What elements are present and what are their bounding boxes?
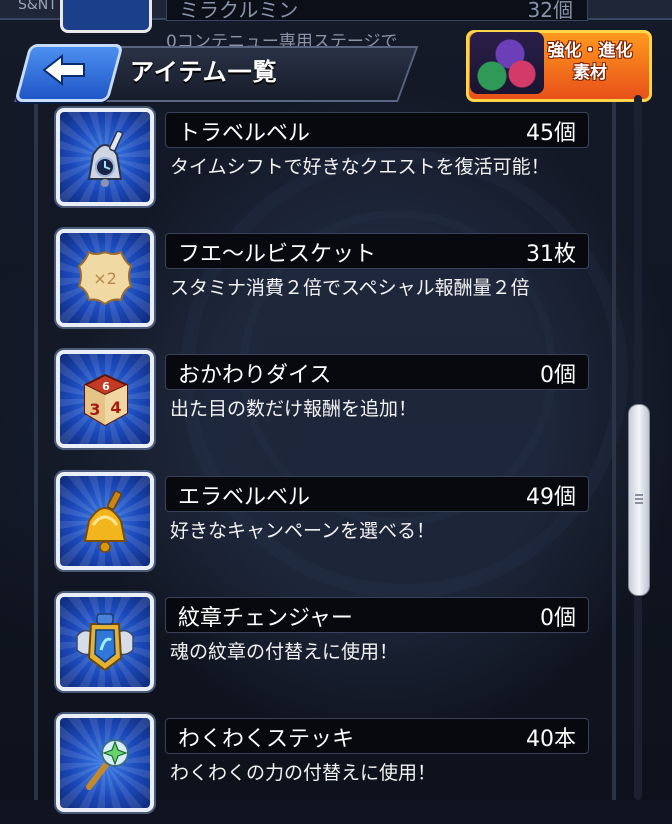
item-name: フエ〜ルビスケット (178, 242, 377, 267)
item-count: 45個 (526, 121, 576, 146)
item-name-bar: トラベルベル 45個 (165, 112, 589, 148)
network-label: S&NT (18, 0, 57, 13)
item-name-bar: わくわくステッキ 40本 (165, 718, 589, 754)
item-name: 紋章チェンジャー (178, 606, 353, 631)
svg-text:×2: ×2 (93, 269, 117, 288)
item-name: わくわくステッキ (178, 727, 355, 752)
dice-icon[interactable]: 3 4 6 (56, 350, 154, 448)
item-name: トラベルベル (178, 121, 311, 146)
back-arrow-icon[interactable] (40, 52, 90, 88)
item-name-bar: エラベルベル 49個 (165, 476, 589, 512)
svg-text:6: 6 (102, 380, 110, 393)
previous-item-name: ミラクルミン (179, 0, 299, 22)
previous-item-name-bar: ミラクルミン 32個 (166, 0, 588, 22)
previous-item-icon[interactable] (60, 0, 152, 33)
biscuit-icon[interactable]: ×2 (56, 229, 154, 327)
item-description: 魂の紋章の付替えに使用！ (170, 641, 399, 663)
list-item[interactable]: わくわくステッキ 40本 わくわくの力の付替えに使用！ (0, 714, 672, 824)
item-count: 40本 (526, 727, 576, 752)
previous-item-count: 32個 (527, 0, 573, 22)
item-description: わくわくの力の付替えに使用！ (170, 762, 437, 784)
page-title: アイテム一覧 (130, 58, 278, 86)
item-name: おかわりダイス (178, 363, 332, 388)
golden-bell-icon[interactable] (56, 472, 154, 570)
item-description: タイムシフトで好きなクエストを復活可能！ (170, 156, 550, 178)
evolve-materials-label: 強化・進化 素材 (547, 41, 633, 83)
wand-icon[interactable] (56, 714, 154, 812)
item-name-bar: 紋章チェンジャー 0個 (165, 597, 589, 633)
item-description: スタミナ消費２倍でスペシャル報酬量２倍 (170, 277, 530, 299)
scrollbar-grip-icon (635, 494, 643, 506)
item-description: 出た目の数だけ報酬を追加！ (170, 398, 418, 420)
svg-text:4: 4 (110, 398, 121, 417)
list-item[interactable]: 紋章チェンジャー 0個 魂の紋章の付替えに使用！ (0, 593, 672, 703)
item-name: エラベルベル (178, 485, 311, 510)
list-item[interactable]: トラベルベル 45個 タイムシフトで好きなクエストを復活可能！ (0, 108, 672, 218)
item-count: 49個 (526, 485, 576, 510)
item-name-bar: おかわりダイス 0個 (165, 354, 589, 390)
svg-text:3: 3 (89, 400, 100, 419)
item-count: 0個 (540, 363, 576, 388)
evolve-orbs-icon (470, 32, 544, 94)
list-item[interactable]: ×2 フエ〜ルビスケット 31枚 スタミナ消費２倍でスペシャル報酬量２倍 (0, 229, 672, 339)
item-count: 31枚 (526, 242, 576, 267)
emblem-changer-icon[interactable] (56, 593, 154, 691)
travel-bell-icon[interactable] (56, 108, 154, 206)
item-count: 0個 (540, 606, 576, 631)
list-item[interactable]: エラベルベル 49個 好きなキャンペーンを選べる！ (0, 472, 672, 582)
item-description: 好きなキャンペーンを選べる！ (170, 520, 436, 542)
list-item[interactable]: 3 4 6 おかわりダイス 0個 出た目の数だけ報酬を追加！ (0, 350, 672, 460)
item-name-bar: フエ〜ルビスケット 31枚 (165, 233, 589, 269)
